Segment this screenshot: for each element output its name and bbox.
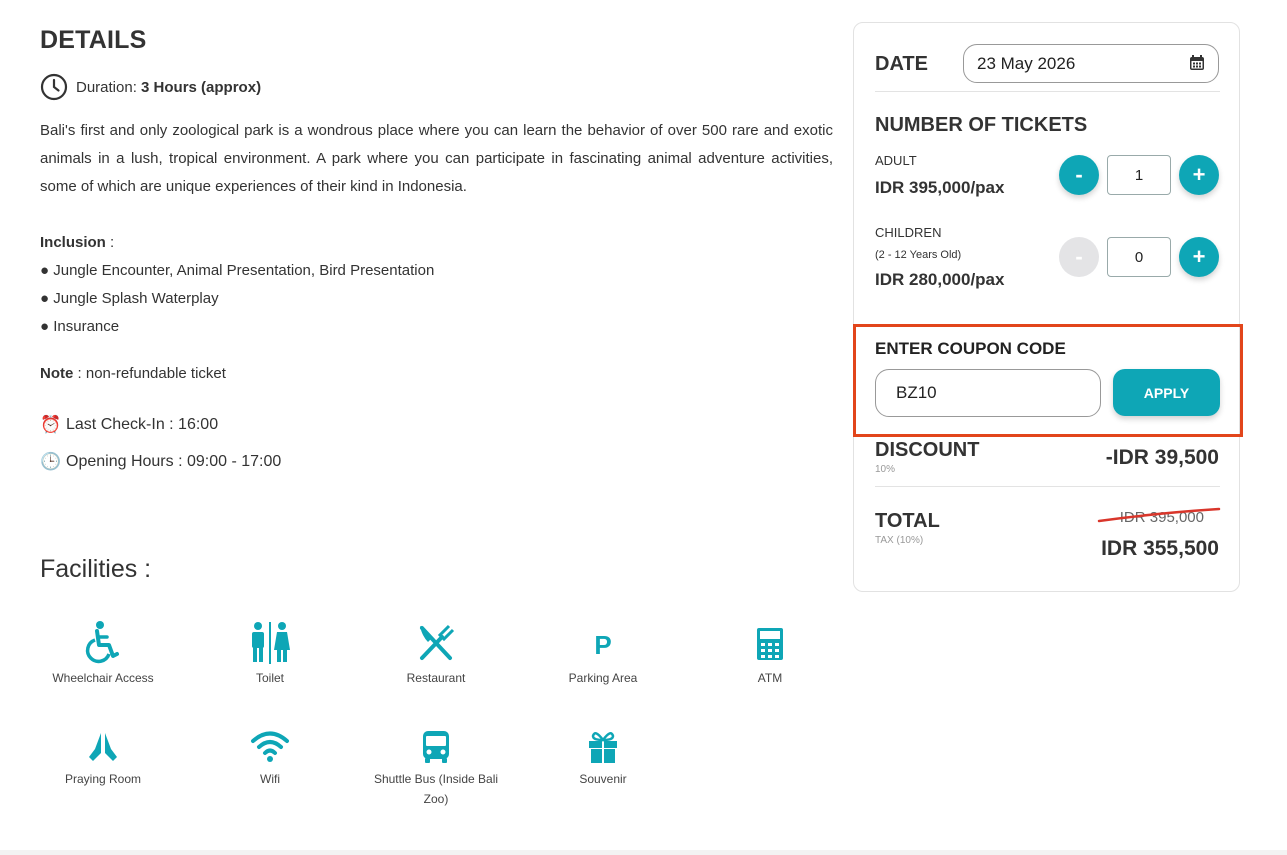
inclusion-block: Inclusion : ● Jungle Encounter, Animal P…: [40, 229, 833, 341]
note: Note : non-refundable ticket: [40, 365, 833, 382]
inclusion-label: Inclusion: [40, 234, 106, 251]
facility-souvenir: Souvenir: [533, 727, 673, 789]
divider: [875, 486, 1220, 487]
facility-toilet: Toilet: [200, 620, 340, 688]
parking-icon: P: [594, 630, 611, 660]
bus-icon: [423, 731, 449, 763]
final-total: IDR 355,500: [1101, 537, 1219, 560]
adult-price: IDR 395,000/pax: [875, 178, 1005, 197]
note-label: Note: [40, 365, 74, 382]
date-value: 23 May 2026: [977, 53, 1076, 73]
duration-sep: :: [132, 78, 137, 96]
adult-decrement-button[interactable]: -: [1059, 155, 1099, 195]
opening-hours-text: Opening Hours : 09:00 - 17:00: [66, 453, 282, 470]
date-picker-input[interactable]: 23 May 2026: [963, 44, 1219, 83]
facility-shuttle-bus: Shuttle Bus (Inside Bali Zoo): [366, 727, 506, 809]
opening-hours: 🕒 Opening Hours : 09:00 - 17:00: [40, 452, 833, 472]
children-increment-button[interactable]: +: [1179, 237, 1219, 277]
facility-wifi: Wifi: [200, 727, 340, 789]
adult-increment-button[interactable]: +: [1179, 155, 1219, 195]
discount-label: DISCOUNT: [875, 439, 980, 461]
facility-label: Parking Area: [568, 671, 638, 685]
facility-label: Wheelchair Access: [52, 671, 154, 685]
facility-label: Restaurant: [406, 671, 466, 685]
details-section: DETAILS Duration: 3 Hours (approx) Bali'…: [40, 26, 833, 472]
inclusion-sep: :: [105, 234, 115, 251]
children-decrement-button[interactable]: -: [1059, 237, 1099, 277]
praying-icon: [89, 733, 117, 761]
toilet-icon: [252, 622, 290, 664]
total-label: TOTAL: [875, 510, 940, 532]
facility-label: Toilet: [255, 671, 284, 685]
facility-wheelchair: Wheelchair Access: [33, 620, 173, 688]
wheelchair-icon: [85, 621, 119, 664]
facility-restaurant: Restaurant: [366, 620, 506, 688]
note-text: : non-refundable ticket: [73, 365, 226, 382]
discount-value: -IDR 39,500: [1105, 446, 1219, 469]
facility-atm: ATM: [700, 620, 840, 688]
calendar-icon[interactable]: [1189, 55, 1205, 71]
strikethrough-line: [1097, 507, 1221, 523]
facilities-title: Facilities :: [40, 555, 152, 583]
coupon-code-input[interactable]: BZ10: [875, 369, 1101, 417]
wifi-icon: [251, 731, 289, 762]
alarm-clock-icon: ⏰: [40, 415, 62, 434]
facility-label: ATM: [757, 671, 783, 685]
atm-icon: [757, 628, 783, 660]
inclusion-item: ● Jungle Encounter, Animal Presentation,…: [40, 262, 435, 279]
clock-icon: [40, 73, 68, 101]
duration-value: 3 Hours (approx): [141, 78, 262, 96]
restaurant-icon: [420, 624, 455, 660]
last-checkin: ⏰ Last Check-In : 16:00: [40, 415, 833, 435]
adult-quantity-input[interactable]: 1: [1107, 155, 1171, 195]
tickets-title: NUMBER OF TICKETS: [875, 114, 1088, 136]
facility-praying-room: Praying Room: [33, 727, 173, 789]
children-quantity-input[interactable]: 0: [1107, 237, 1171, 277]
duration-row: Duration: 3 Hours (approx): [40, 73, 833, 101]
description: Bali's first and only zoological park is…: [40, 122, 833, 195]
tax-note: TAX (10%): [875, 535, 924, 546]
facility-label: Shuttle Bus (Inside Bali Zoo): [373, 772, 499, 806]
last-checkin-text: Last Check-In : 16:00: [66, 416, 219, 433]
apply-coupon-button[interactable]: APPLY: [1113, 369, 1220, 416]
details-title: DETAILS: [40, 26, 147, 54]
page-bottom-edge: [0, 850, 1287, 855]
divider: [875, 91, 1220, 92]
booking-panel: DATE 23 May 2026 NUMBER OF TICKETS ADULT…: [853, 22, 1243, 592]
discount-percent: 10%: [875, 464, 896, 475]
clock-face-icon: 🕒: [40, 452, 62, 471]
children-label: CHILDREN: [875, 225, 942, 240]
inclusion-item: ● Jungle Splash Waterplay: [40, 290, 219, 307]
duration-label: Duration: [76, 78, 133, 96]
facility-parking: P Parking Area: [533, 620, 673, 688]
svg-text:P: P: [594, 630, 611, 660]
facility-label: Praying Room: [64, 772, 142, 786]
facility-label: Wifi: [260, 772, 280, 786]
coupon-title: ENTER COUPON CODE: [875, 339, 1066, 358]
gift-icon: [589, 732, 617, 763]
inclusion-item: ● Insurance: [40, 318, 120, 335]
facility-label: Souvenir: [579, 772, 627, 786]
date-label: DATE: [875, 53, 928, 75]
children-age-note: (2 - 12 Years Old): [875, 249, 962, 261]
children-price: IDR 280,000/pax: [875, 270, 1005, 289]
adult-label: ADULT: [875, 153, 917, 168]
